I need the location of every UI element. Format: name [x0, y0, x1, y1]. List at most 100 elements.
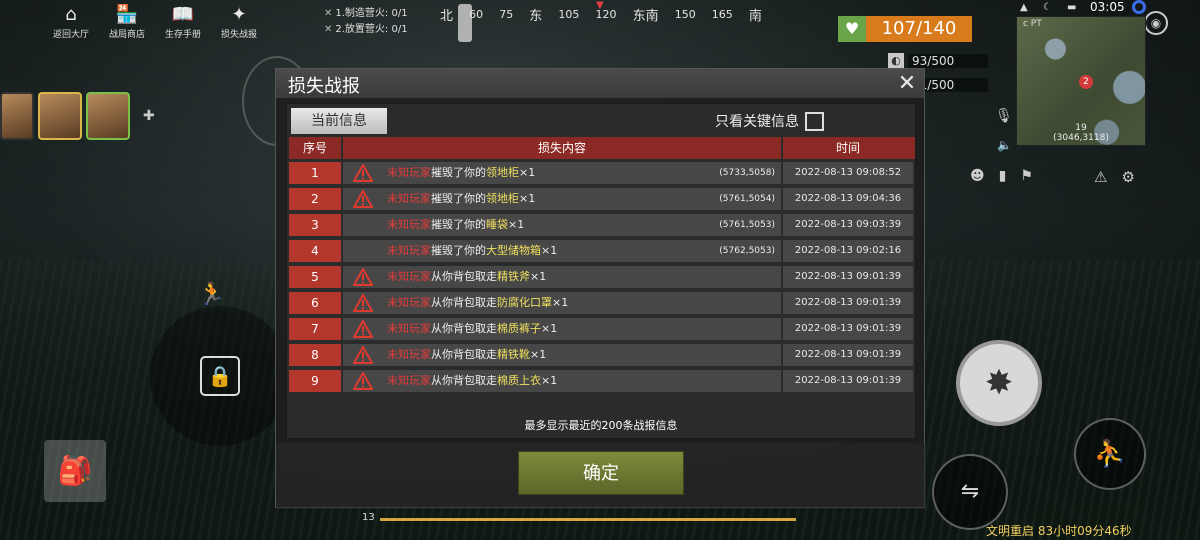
attacker-name: 未知玩家 — [387, 348, 431, 361]
add-friend-icon[interactable]: ✚ — [143, 108, 155, 124]
table-row[interactable]: 9 未知玩家从你背包取走棉质上衣×1 2022-08-13 09:01:39 — [289, 370, 915, 392]
bullet-icon[interactable]: ▮ — [999, 168, 1007, 184]
row-time: 2022-08-13 09:03:39 — [783, 214, 913, 236]
loss-qty: ×1 — [519, 166, 536, 179]
loss-item: 大型储物箱 — [486, 244, 541, 257]
warning-icon — [352, 162, 374, 182]
row-index: 9 — [289, 370, 343, 392]
row-time: 2022-08-13 09:08:52 — [783, 162, 913, 184]
heart-icon: ♥ — [838, 16, 866, 42]
minimap-badge: 2 — [1079, 75, 1093, 89]
loss-qty: ×1 — [530, 270, 547, 283]
loss-coord: (5761,5054) — [719, 194, 775, 204]
row-time: 2022-08-13 09:01:39 — [783, 292, 913, 314]
microphone-icon[interactable]: 🎙 — [995, 108, 1013, 124]
row-content: 未知玩家从你背包取走精铁斧×1 — [343, 266, 783, 288]
loss-qty: ×1 — [541, 244, 558, 257]
row-time: 2022-08-13 09:01:39 — [783, 370, 913, 392]
top-menu-item[interactable]: 🏪 战局商店 — [106, 4, 148, 40]
col-index: 序号 — [289, 137, 343, 159]
hotbar-number: 13 — [362, 512, 375, 523]
table-row[interactable]: 6 未知玩家从你背包取走防腐化口罩×1 2022-08-13 09:01:39 — [289, 292, 915, 314]
table-row[interactable]: 2 未知玩家摧毁了你的领地柜×1 (5761,5054) 2022-08-13 09:… — [289, 188, 915, 210]
col-content: 损失内容 — [343, 137, 783, 159]
food-icon: ◐ — [888, 53, 904, 69]
row-content: 未知玩家摧毁了你的睡袋×1 (5761,5053) — [343, 214, 783, 236]
prone-button[interactable]: ⇋ — [932, 454, 1008, 530]
top-menu-item[interactable]: 📖 生存手册 — [162, 4, 204, 40]
row-index: 5 — [289, 266, 343, 288]
avatar[interactable] — [86, 92, 130, 140]
lock-icon[interactable]: 🔒 — [200, 356, 240, 396]
loss-verb: 摧毁了你的 — [431, 166, 486, 179]
loss-coord: (5762,5053) — [719, 246, 775, 256]
damage-report-icon: ✦ — [231, 4, 247, 25]
compass-tick: 东南 — [632, 8, 659, 24]
flag-icon[interactable]: ⚑ — [1020, 168, 1033, 184]
mask-icon[interactable]: ☻ — [970, 168, 985, 184]
quest-x-icon: ✕ — [324, 24, 333, 35]
table-row[interactable]: 5 未知玩家从你背包取走精铁斧×1 2022-08-13 09:01:39 — [289, 266, 915, 288]
hotbar-progress-fill — [380, 518, 796, 521]
loss-item: 精铁靴 — [497, 348, 530, 361]
network-indicator-icon — [1132, 0, 1146, 14]
hotbar-progress — [380, 518, 796, 521]
loss-verb: 从你背包取走 — [431, 374, 497, 387]
table-row[interactable]: 1 未知玩家摧毁了你的领地柜×1 (5733,5058) 2022-08-13 09:… — [289, 162, 915, 184]
table-row[interactable]: 7 未知玩家从你背包取走棉质裤子×1 2022-08-13 09:01:39 — [289, 318, 915, 340]
loss-item: 防腐化口罩 — [497, 296, 552, 309]
loss-verb: 从你背包取走 — [431, 296, 497, 309]
limit-note: 最多显示最近的200条战报信息 — [524, 419, 678, 432]
loss-verb: 从你背包取走 — [431, 270, 497, 283]
settings-toggle-icon[interactable]: ◉ — [1144, 11, 1168, 35]
fire-button[interactable]: ✸ — [956, 340, 1042, 426]
crouch-button[interactable]: ⛹ — [1074, 418, 1146, 490]
top-menu-item[interactable]: ⌂ 返回大厅 — [50, 4, 92, 40]
key-info-checkbox[interactable] — [805, 111, 824, 131]
confirm-button[interactable]: 确定 — [518, 451, 684, 495]
quest-item: ✕ 2.放置营火: 0/1 — [324, 24, 408, 35]
top-menu: ⌂ 返回大厅 🏪 战局商店 📖 生存手册 ✦ 损失战报 — [50, 4, 260, 40]
table-row[interactable]: 3 未知玩家摧毁了你的睡袋×1 (5761,5053) 2022-08-13 09:0… — [289, 214, 915, 236]
compass-marker-icon: ▼ — [596, 0, 604, 11]
system-status-icons: ▲ ☾ ▬ — [1020, 2, 1083, 13]
gear-icon[interactable]: ⚙ — [1121, 168, 1134, 186]
quest-list: ✕ 1.制造营火: 0/1 ✕ 2.放置营火: 0/1 — [324, 6, 408, 38]
minimap[interactable]: c PT 2 19 (3046,3118) — [1016, 16, 1146, 146]
loss-qty: ×1 — [508, 218, 525, 231]
sprint-icon[interactable]: 🏃 — [198, 282, 225, 307]
loss-verb: 摧毁了你的 — [431, 192, 486, 205]
quest-item: ✕ 1.制造营火: 0/1 — [324, 8, 408, 19]
attacker-name: 未知玩家 — [387, 374, 431, 387]
compass-tick: 南 — [748, 8, 762, 24]
warning-icon — [352, 344, 374, 364]
row-index: 7 — [289, 318, 343, 340]
row-content: 未知玩家从你背包取走棉质裤子×1 — [343, 318, 783, 340]
loss-item: 睡袋 — [486, 218, 508, 231]
backpack-icon[interactable]: 🎒 — [44, 440, 106, 502]
warning-icon[interactable]: ⚠ — [1094, 168, 1107, 186]
table-row[interactable]: 8 未知玩家从你背包取走精铁靴×1 2022-08-13 09:01:39 — [289, 344, 915, 366]
movement-joystick[interactable]: 🔒 — [150, 306, 290, 446]
speaker-icon[interactable]: 🔈 — [997, 138, 1012, 152]
loss-item: 领地柜 — [486, 166, 519, 179]
table-row[interactable]: 4 未知玩家摧毁了你的大型储物箱×1 (5762,5053) 2022-08-13 0… — [289, 240, 915, 262]
dialog-title: 损失战报 — [288, 76, 360, 97]
row-time: 2022-08-13 09:01:39 — [783, 266, 913, 288]
close-icon[interactable]: ✕ — [895, 73, 919, 97]
row-time: 2022-08-13 09:04:36 — [783, 188, 913, 210]
loss-qty: ×1 — [530, 348, 547, 361]
tab-current-info[interactable]: 当前信息 — [291, 108, 387, 134]
attacker-name: 未知玩家 — [387, 296, 431, 309]
col-time: 时间 — [835, 141, 860, 155]
avatar[interactable] — [0, 92, 34, 140]
avatar[interactable] — [38, 92, 82, 140]
loss-coord: (5733,5058) — [719, 168, 775, 178]
compass-tick: 105 — [558, 7, 580, 21]
top-menu-item[interactable]: ✦ 损失战报 — [218, 4, 260, 40]
loss-verb: 摧毁了你的 — [431, 244, 486, 257]
row-index: 1 — [289, 162, 343, 184]
key-info-filter[interactable]: 只看关键信息 — [715, 111, 824, 131]
loss-qty: ×1 — [519, 192, 536, 205]
compass-tick: 150 — [674, 7, 696, 21]
